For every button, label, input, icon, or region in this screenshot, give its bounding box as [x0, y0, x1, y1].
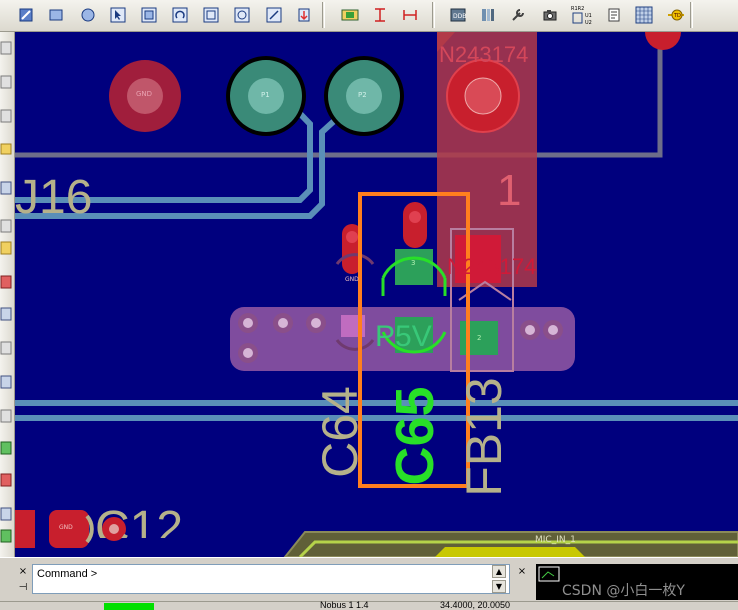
svg-text:U1: U1: [585, 13, 592, 19]
command-label: Command >: [37, 568, 98, 580]
pad2-label: 2: [477, 334, 482, 342]
main-toolbar: DDB R1R2 U1 U2 TD: [0, 0, 738, 32]
pad3-label: 3: [411, 259, 416, 267]
gnd-bottom-label: GND: [59, 524, 73, 531]
measure-vertical-icon[interactable]: [368, 3, 392, 27]
pcb-canvas[interactable]: GND P1 P2 N243174 1 N243174 GND P5V 3 2 …: [15, 32, 738, 557]
erase-icon[interactable]: [262, 3, 286, 27]
p1-label: P1: [261, 91, 270, 99]
mic-in-label: MIC_IN_1: [535, 535, 576, 545]
layers-icon[interactable]: [476, 3, 500, 27]
svg-text:DDB: DDB: [453, 13, 466, 20]
pin-panel-icon[interactable]: ⊣: [17, 582, 29, 594]
close-icon[interactable]: ×: [17, 566, 29, 578]
designator-c64: C64: [312, 386, 368, 478]
net-n243174-mid-label: N243174: [447, 254, 537, 279]
command-input[interactable]: Command >: [32, 564, 510, 594]
grid-icon[interactable]: [632, 3, 656, 27]
circle-icon[interactable]: [76, 3, 100, 27]
gnd-top-label: GND: [136, 90, 153, 98]
close-minimap-icon[interactable]: ×: [516, 566, 528, 578]
rectangle-icon[interactable]: [44, 3, 68, 27]
report-icon[interactable]: [602, 3, 626, 27]
left-toolbar: [0, 32, 15, 562]
pin-icon[interactable]: [292, 3, 316, 27]
svg-text:TD: TD: [673, 13, 681, 19]
pin-one-label: 1: [497, 166, 522, 215]
designator-fb13: FB13: [456, 377, 512, 497]
pcb-board-drawing: [15, 32, 738, 557]
tools-icon[interactable]: [506, 3, 530, 27]
rotate-icon[interactable]: [168, 3, 192, 27]
camera-icon[interactable]: [538, 3, 562, 27]
scroll-up-icon[interactable]: ▲: [492, 565, 506, 578]
designator-j16: J16: [15, 171, 93, 224]
square-icon[interactable]: [199, 3, 223, 27]
designator-c65: C65: [385, 386, 445, 486]
place-trace-icon[interactable]: [14, 3, 38, 27]
net-n243174-top-label: N243174: [439, 42, 529, 67]
svg-text:U2: U2: [585, 20, 592, 26]
scroll-down-icon[interactable]: ▼: [492, 580, 506, 593]
watermark: CSDN @小白一枚Y: [562, 583, 685, 599]
p5v-label: P5V: [375, 320, 432, 353]
measure-horizontal-icon[interactable]: [398, 3, 422, 27]
svg-text:R1R2: R1R2: [571, 6, 584, 12]
round-square-icon[interactable]: [230, 3, 254, 27]
teardrop-icon[interactable]: TD: [664, 3, 688, 27]
gnd-small-label: GND: [345, 276, 359, 283]
p2-label: P2: [358, 91, 367, 99]
ddb-icon[interactable]: DDB: [446, 3, 470, 27]
command-panel: × ⊣ Command > ▲ ▼ × CSDN @小白一枚Y: [0, 557, 738, 601]
status-bar: Nobus 1 1.4 34.4000, 20.0050: [0, 600, 738, 610]
component-icon[interactable]: [338, 3, 362, 27]
select-arrow-icon[interactable]: [106, 3, 130, 27]
polygon-icon[interactable]: [137, 3, 161, 27]
netlist-icon[interactable]: R1R2 U1 U2: [570, 3, 596, 27]
